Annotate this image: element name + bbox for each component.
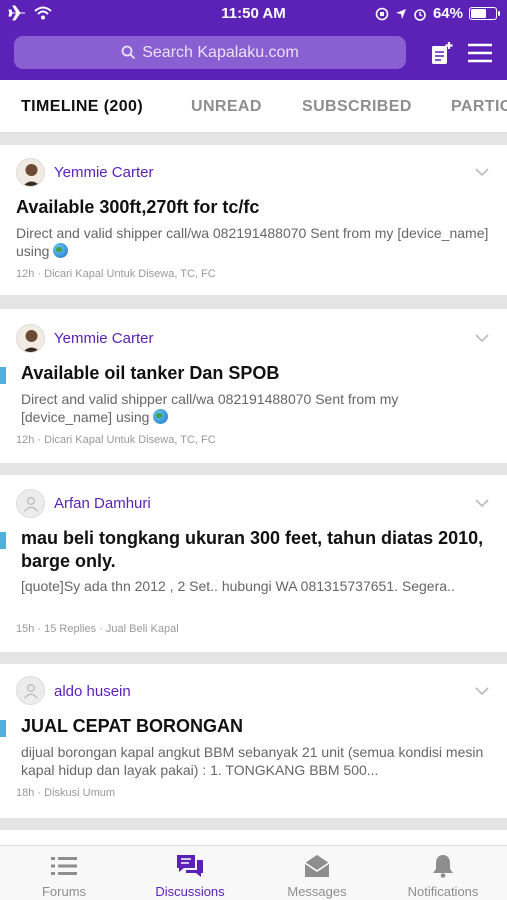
list-icon xyxy=(51,857,77,875)
tab-timeline[interactable]: TIMELINE (200) xyxy=(21,98,143,116)
nav-label: Messages xyxy=(287,884,347,899)
thread-card[interactable]: aldo husein JUAL CEPAT BORONGAN dijual b… xyxy=(0,664,507,818)
app-header: 11:50 AM 64% Search Kapalaku.com xyxy=(0,0,507,80)
nav-notifications[interactable]: Notifications xyxy=(393,846,493,900)
new-post-button[interactable] xyxy=(428,40,456,66)
thread-meta: 18h · Diskusi Umum xyxy=(16,787,116,799)
status-bar: 11:50 AM 64% xyxy=(0,0,507,28)
avatar[interactable] xyxy=(16,489,45,518)
thread-snippet: dijual borongan kapal angkut BBM sebanya… xyxy=(21,744,484,778)
chevron-down-icon[interactable] xyxy=(475,333,489,343)
user-icon xyxy=(23,683,38,699)
thread-card[interactable]: Arfan Damhuri mau beli tongkang ukuran 3… xyxy=(0,475,507,652)
thread-list: Yemmie Carter Available 300ft,270ft for … xyxy=(0,140,507,845)
nav-label: Notifications xyxy=(407,884,479,899)
avatar[interactable] xyxy=(16,324,45,353)
author-name[interactable]: Arfan Damhuri xyxy=(54,495,151,512)
author-name[interactable]: Yemmie Carter xyxy=(54,330,153,347)
globe-icon xyxy=(153,409,169,424)
tab-participated[interactable]: PARTIC xyxy=(451,98,507,116)
unread-marker xyxy=(0,532,6,549)
chevron-down-icon[interactable] xyxy=(475,498,489,508)
thread-card[interactable] xyxy=(0,830,507,845)
globe-icon xyxy=(53,243,69,258)
search-icon xyxy=(121,45,136,60)
tab-unread[interactable]: UNREAD xyxy=(191,98,262,116)
location-icon xyxy=(395,8,406,19)
thread-title[interactable]: JUAL CEPAT BORONGAN xyxy=(21,715,493,738)
unread-marker xyxy=(0,367,6,384)
thread-snippet: [quote]Sy ada thn 2012 , 2 Set.. hubungi… xyxy=(21,578,455,594)
bottom-nav: Forums Discussions Messages Notification… xyxy=(0,845,507,900)
avatar[interactable] xyxy=(16,676,45,705)
hamburger-icon xyxy=(468,43,492,63)
thread-card[interactable]: Yemmie Carter Available oil tanker Dan S… xyxy=(0,309,507,463)
chevron-down-icon[interactable] xyxy=(475,686,489,696)
author-name[interactable]: Yemmie Carter xyxy=(54,164,153,181)
thread-card[interactable]: Yemmie Carter Available 300ft,270ft for … xyxy=(0,145,507,295)
chevron-down-icon[interactable] xyxy=(475,167,489,177)
orientation-lock-icon xyxy=(375,7,389,20)
new-post-icon xyxy=(432,42,453,64)
avatar[interactable] xyxy=(16,158,45,187)
tab-bar: TIMELINE (200) UNREAD SUBSCRIBED PARTIC xyxy=(0,80,507,133)
nav-label: Discussions xyxy=(155,884,225,899)
thread-snippet: Direct and valid shipper call/wa 0821914… xyxy=(16,225,489,259)
thread-title[interactable]: mau beli tongkang ukuran 300 feet, tahun… xyxy=(21,527,493,573)
battery-icon xyxy=(469,7,500,20)
menu-button[interactable] xyxy=(466,40,494,66)
thread-meta: 12h · Dicari Kapal Untuk Disewa, TC, FC xyxy=(16,434,216,446)
thread-title[interactable]: Available 300ft,270ft for tc/fc xyxy=(16,196,493,219)
envelope-icon xyxy=(304,855,330,877)
alarm-icon xyxy=(414,8,426,21)
unread-marker xyxy=(0,720,6,737)
bell-icon xyxy=(433,855,453,878)
tab-subscribed[interactable]: SUBSCRIBED xyxy=(302,98,412,116)
search-input[interactable]: Search Kapalaku.com xyxy=(14,36,406,69)
author-name[interactable]: aldo husein xyxy=(54,683,131,700)
chat-bubbles-icon xyxy=(177,855,203,877)
battery-percent: 64% xyxy=(432,5,463,22)
search-placeholder: Search Kapalaku.com xyxy=(142,43,299,61)
user-icon xyxy=(23,496,38,512)
nav-messages[interactable]: Messages xyxy=(267,846,367,900)
thread-meta: 12h · Dicari Kapal Untuk Disewa, TC, FC xyxy=(16,268,216,280)
nav-label: Forums xyxy=(41,884,87,899)
thread-title[interactable]: Available oil tanker Dan SPOB xyxy=(21,362,493,385)
thread-snippet: Direct and valid shipper call/wa 0821914… xyxy=(21,391,399,425)
nav-discussions[interactable]: Discussions xyxy=(140,846,240,900)
nav-forums[interactable]: Forums xyxy=(14,846,114,900)
thread-meta: 15h · 15 Replies · Jual Beli Kapal xyxy=(16,623,179,635)
